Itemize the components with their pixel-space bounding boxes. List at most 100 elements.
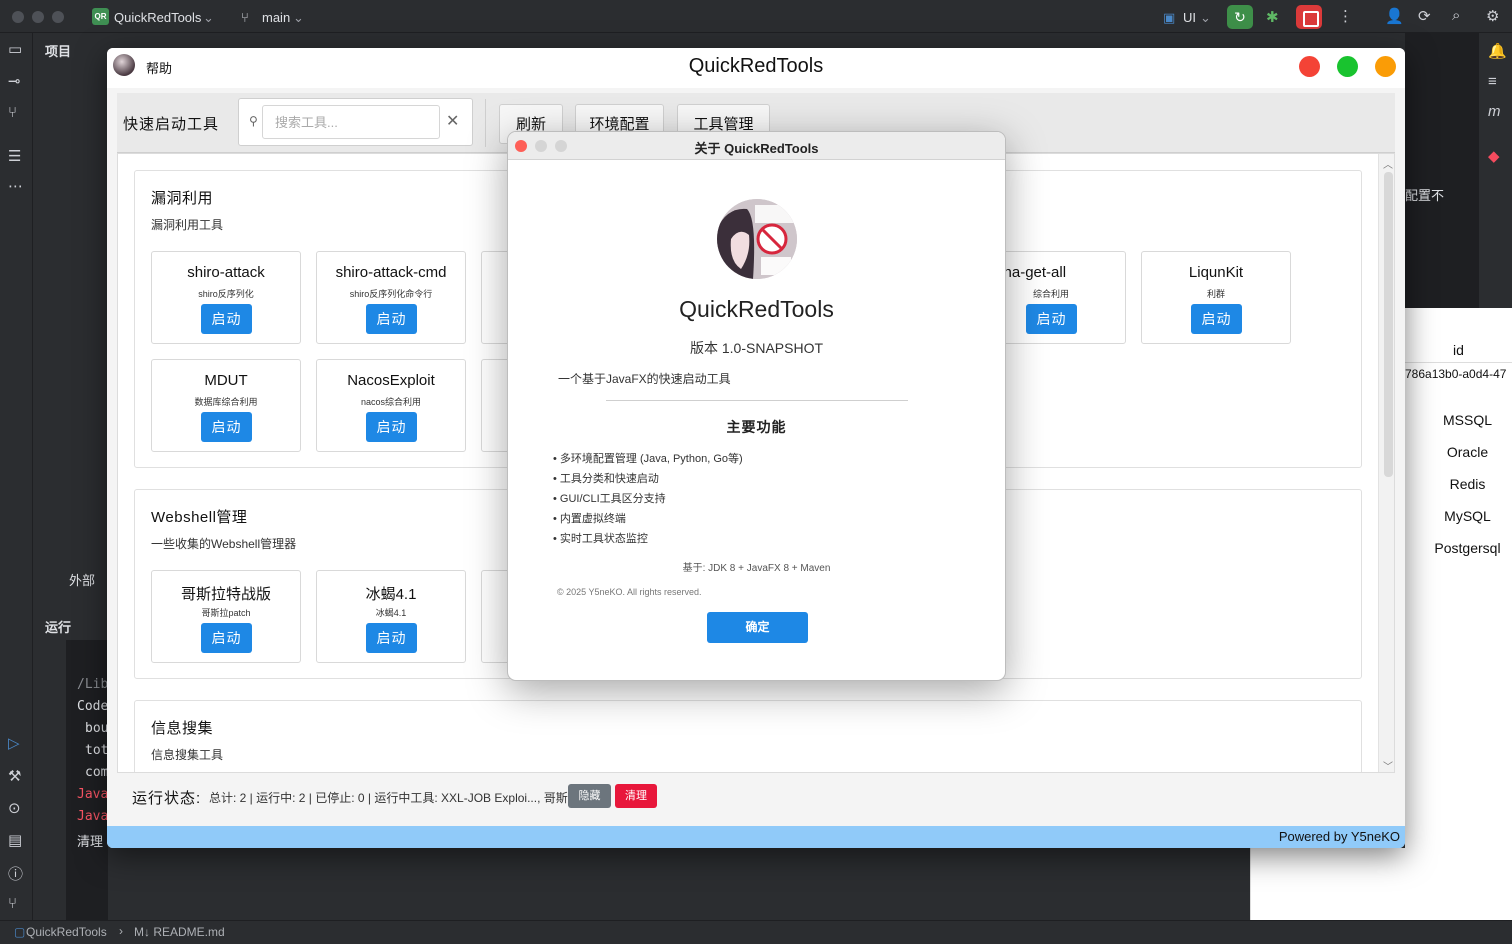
services-icon[interactable]: ⊙ xyxy=(8,799,21,817)
scroll-up-icon[interactable]: ︿ xyxy=(1383,156,1393,171)
run-config-icon: ▣ xyxy=(1163,10,1176,25)
debug-icon[interactable]: ✱ xyxy=(1266,8,1279,26)
update-icon[interactable]: ⟳ xyxy=(1418,7,1431,25)
tool-name: 哥斯拉特战版 xyxy=(180,586,271,603)
structure-icon[interactable]: ☰ xyxy=(8,147,21,165)
column-header-id[interactable]: id xyxy=(1405,338,1512,363)
tool-card: LiqunKit 利群 启动 xyxy=(1141,251,1291,344)
launch-button[interactable]: 启动 xyxy=(201,412,252,442)
rerun-button[interactable]: ↻ xyxy=(1227,5,1253,29)
breadcrumb-file[interactable]: M↓ README.md xyxy=(134,925,225,939)
search-icon[interactable]: ⌕ xyxy=(1452,7,1460,24)
tool-desc: 利群 xyxy=(1206,289,1225,299)
db-type-item[interactable]: MySQL xyxy=(1423,500,1512,532)
console-line: bou xyxy=(85,721,109,736)
launch-button[interactable]: 启动 xyxy=(366,623,417,653)
scroll-down-icon[interactable]: ﹀ xyxy=(1383,758,1393,772)
ide-zoom-dot[interactable] xyxy=(52,11,64,23)
window-maximize-button[interactable] xyxy=(1337,56,1358,77)
breadcrumb-project[interactable]: QuickRedTools xyxy=(26,925,107,939)
hide-button[interactable]: 隐藏 xyxy=(568,784,611,808)
stop-button[interactable] xyxy=(1296,5,1322,29)
database-icon[interactable]: ≡ xyxy=(1488,73,1497,90)
maven-icon[interactable]: m xyxy=(1488,103,1501,120)
run-status-bar: 运行状态: 总计: 2 | 运行中: 2 | 已停止: 0 | 运行中工具: X… xyxy=(117,774,1395,826)
window-close-button[interactable] xyxy=(1299,56,1320,77)
feature-item: • 工具分类和快速启动 xyxy=(553,473,659,485)
build-icon[interactable]: ⚒ xyxy=(8,767,21,785)
project-panel-title[interactable]: 项目 xyxy=(45,41,71,60)
vertical-scrollbar[interactable]: ︿ ﹀ xyxy=(1378,154,1394,772)
ide-editor-right: 配置不 xyxy=(1405,33,1478,308)
launch-button[interactable]: 启动 xyxy=(366,304,417,334)
user-icon[interactable]: 👤 xyxy=(1385,7,1404,25)
tool-card: 哥斯拉特战版 哥斯拉patch 启动 xyxy=(151,570,301,663)
clear-search-icon[interactable]: ✕ xyxy=(446,111,459,131)
terminal-icon[interactable]: ▤ xyxy=(8,831,22,849)
tool-card: shiro-attack shiro反序列化 启动 xyxy=(151,251,301,344)
tool-desc: shiro反序列化 xyxy=(198,289,254,299)
status-label: 运行状态: xyxy=(132,790,202,807)
tool-card: NacosExploit nacos综合利用 启动 xyxy=(316,359,466,452)
launch-button[interactable]: 启动 xyxy=(1191,304,1242,334)
dialog-titlebar: 关于 QuickRedTools xyxy=(508,132,1005,160)
tool-name: LiqunKit xyxy=(1188,264,1244,281)
ide-minimize-dot[interactable] xyxy=(32,11,44,23)
more-tools-icon[interactable]: ⋯ xyxy=(8,177,23,195)
section-title: Webshell管理 xyxy=(151,509,248,526)
db-type-item[interactable]: Postgersql xyxy=(1423,532,1512,564)
background-panel xyxy=(1250,848,1512,920)
launch-button[interactable]: 启动 xyxy=(366,412,417,442)
tool-name: 冰蝎4.1 xyxy=(365,586,417,603)
ide-tool-strip-left: ▭ ⊸ ⑂ ☰ ⋯ ▷ ⚒ ⊙ ▤ ⓘ ⑂ xyxy=(0,33,33,920)
tool-desc: nacos综合利用 xyxy=(360,397,422,407)
console-line: Java xyxy=(77,787,109,802)
git-icon[interactable]: ⑂ xyxy=(8,895,17,912)
db-type-item[interactable]: MSSQL xyxy=(1423,404,1512,436)
db-type-item[interactable]: Oracle xyxy=(1423,436,1512,468)
feature-item: • 多环境配置管理 (Java, Python, Go等) xyxy=(553,453,743,465)
section-subtitle: 信息搜集工具 xyxy=(151,748,224,762)
project-switcher[interactable]: QuickRedTools xyxy=(114,10,201,25)
copyright: © 2025 Y5neKO. All rights reserved. xyxy=(557,587,702,597)
settings-icon[interactable]: ⚙ xyxy=(1486,7,1499,25)
pull-request-icon[interactable]: ⑂ xyxy=(8,104,17,121)
ok-button[interactable]: 确定 xyxy=(707,612,808,643)
db-type-item[interactable]: Redis xyxy=(1423,468,1512,500)
window-minimize-button[interactable] xyxy=(1375,56,1396,77)
database-type-list: MSSQL Oracle Redis MySQL Postgersql xyxy=(1423,404,1512,564)
commit-icon[interactable]: ⊸ xyxy=(8,72,21,90)
section-title: 漏洞利用 xyxy=(151,190,214,207)
clear-button[interactable]: 清理 xyxy=(615,784,657,808)
launch-button[interactable]: 启动 xyxy=(201,623,252,653)
search-icon: ⚲ xyxy=(249,114,258,128)
branch-icon: ⑂ xyxy=(241,10,249,25)
section-subtitle: 漏洞利用工具 xyxy=(151,218,224,232)
problems-icon[interactable]: ⓘ xyxy=(8,863,23,884)
plugin-icon[interactable]: ◆ xyxy=(1488,147,1500,165)
search-input[interactable] xyxy=(262,105,440,139)
feature-item: • 内置虚拟终端 xyxy=(553,513,626,525)
run-tool-icon[interactable]: ▷ xyxy=(8,734,20,752)
console-line: /Lib xyxy=(77,677,109,692)
console-line: 清理 xyxy=(77,835,104,850)
notifications-icon[interactable]: 🔔 xyxy=(1488,42,1507,60)
run-config-selector[interactable]: UI xyxy=(1183,10,1196,25)
more-icon[interactable]: ⋮ xyxy=(1338,7,1353,25)
scroll-thumb[interactable] xyxy=(1384,172,1393,477)
tree-external-libraries[interactable]: 外部 xyxy=(69,570,95,589)
branch-switcher[interactable]: main xyxy=(262,10,290,25)
grid-cell: 786a13b0-a0d4-47 xyxy=(1405,367,1507,381)
section-subtitle: 一些收集的Webshell管理器 xyxy=(151,537,297,551)
chevron-down-icon: ⌄ xyxy=(293,10,304,25)
tool-card: 冰蝎4.1 冰蝎4.1 启动 xyxy=(316,570,466,663)
ide-close-dot[interactable] xyxy=(12,11,24,23)
launch-button[interactable]: 启动 xyxy=(201,304,252,334)
tool-name: shiro-attack xyxy=(187,264,265,281)
search-box: ⚲ ✕ xyxy=(238,98,473,146)
run-panel-title[interactable]: 运行 xyxy=(45,617,71,636)
chevron-down-icon: ⌄ xyxy=(1200,10,1211,25)
folder-icon[interactable]: ▭ xyxy=(8,40,22,58)
launch-button[interactable]: 启动 xyxy=(1026,304,1077,334)
toolbar-divider xyxy=(485,99,486,147)
